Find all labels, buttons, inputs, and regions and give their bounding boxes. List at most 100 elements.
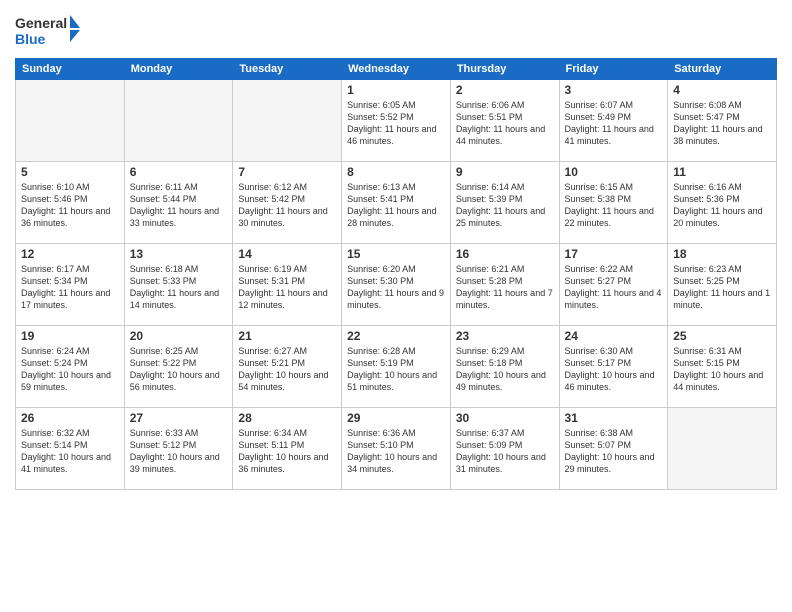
day-info: Sunrise: 6:18 AM Sunset: 5:33 PM Dayligh…	[130, 263, 228, 312]
day-number: 29	[347, 411, 445, 425]
day-number: 22	[347, 329, 445, 343]
day-info: Sunrise: 6:27 AM Sunset: 5:21 PM Dayligh…	[238, 345, 336, 394]
day-info: Sunrise: 6:07 AM Sunset: 5:49 PM Dayligh…	[565, 99, 663, 148]
day-info: Sunrise: 6:17 AM Sunset: 5:34 PM Dayligh…	[21, 263, 119, 312]
day-info: Sunrise: 6:38 AM Sunset: 5:07 PM Dayligh…	[565, 427, 663, 476]
calendar-cell: 25 Sunrise: 6:31 AM Sunset: 5:15 PM Dayli…	[668, 326, 777, 408]
day-number: 19	[21, 329, 119, 343]
day-number: 7	[238, 165, 336, 179]
day-info: Sunrise: 6:16 AM Sunset: 5:36 PM Dayligh…	[673, 181, 771, 230]
weekday-header-sunday: Sunday	[16, 59, 125, 80]
day-number: 14	[238, 247, 336, 261]
calendar-cell: 10 Sunrise: 6:15 AM Sunset: 5:38 PM Dayli…	[559, 162, 668, 244]
day-number: 24	[565, 329, 663, 343]
svg-text:Blue: Blue	[15, 31, 46, 47]
calendar-cell: 21 Sunrise: 6:27 AM Sunset: 5:21 PM Dayli…	[233, 326, 342, 408]
week-row-3: 19 Sunrise: 6:24 AM Sunset: 5:24 PM Dayli…	[16, 326, 777, 408]
calendar-cell: 8 Sunrise: 6:13 AM Sunset: 5:41 PM Daylig…	[342, 162, 451, 244]
calendar-cell: 30Sunrise: 6:37 AM Sunset: 5:09 PM Dayli…	[450, 408, 559, 490]
day-number: 6	[130, 165, 228, 179]
calendar-cell	[233, 80, 342, 162]
calendar-cell: 17 Sunrise: 6:22 AM Sunset: 5:27 PM Dayli…	[559, 244, 668, 326]
day-number: 17	[565, 247, 663, 261]
day-info: Sunrise: 6:08 AM Sunset: 5:47 PM Dayligh…	[673, 99, 771, 148]
day-info: Sunrise: 6:20 AM Sunset: 5:30 PM Dayligh…	[347, 263, 445, 312]
day-number: 31	[565, 411, 663, 425]
day-number: 16	[456, 247, 554, 261]
day-number: 10	[565, 165, 663, 179]
day-info: Sunrise: 6:30 AM Sunset: 5:17 PM Dayligh…	[565, 345, 663, 394]
day-info: Sunrise: 6:24 AM Sunset: 5:24 PM Dayligh…	[21, 345, 119, 394]
calendar-cell: 6 Sunrise: 6:11 AM Sunset: 5:44 PM Daylig…	[124, 162, 233, 244]
day-number: 2	[456, 83, 554, 97]
calendar-cell: 16Sunrise: 6:21 AM Sunset: 5:28 PM Dayli…	[450, 244, 559, 326]
calendar-cell: 27 Sunrise: 6:33 AM Sunset: 5:12 PM Dayli…	[124, 408, 233, 490]
day-info: Sunrise: 6:23 AM Sunset: 5:25 PM Dayligh…	[673, 263, 771, 312]
day-info: Sunrise: 6:06 AM Sunset: 5:51 PM Dayligh…	[456, 99, 554, 148]
day-info: Sunrise: 6:12 AM Sunset: 5:42 PM Dayligh…	[238, 181, 336, 230]
calendar: SundayMondayTuesdayWednesdayThursdayFrid…	[15, 58, 777, 490]
day-number: 3	[565, 83, 663, 97]
day-info: Sunrise: 6:25 AM Sunset: 5:22 PM Dayligh…	[130, 345, 228, 394]
calendar-cell: 24 Sunrise: 6:30 AM Sunset: 5:17 PM Dayli…	[559, 326, 668, 408]
week-row-4: 26 Sunrise: 6:32 AM Sunset: 5:14 PM Dayli…	[16, 408, 777, 490]
day-number: 15	[347, 247, 445, 261]
calendar-cell: 7 Sunrise: 6:12 AM Sunset: 5:42 PM Daylig…	[233, 162, 342, 244]
calendar-cell	[668, 408, 777, 490]
day-number: 20	[130, 329, 228, 343]
day-info: Sunrise: 6:19 AM Sunset: 5:31 PM Dayligh…	[238, 263, 336, 312]
day-number: 30	[456, 411, 554, 425]
calendar-cell	[16, 80, 125, 162]
day-info: Sunrise: 6:33 AM Sunset: 5:12 PM Dayligh…	[130, 427, 228, 476]
day-info: Sunrise: 6:10 AM Sunset: 5:46 PM Dayligh…	[21, 181, 119, 230]
day-number: 4	[673, 83, 771, 97]
weekday-header-row: SundayMondayTuesdayWednesdayThursdayFrid…	[16, 59, 777, 80]
day-info: Sunrise: 6:29 AM Sunset: 5:18 PM Dayligh…	[456, 345, 554, 394]
day-number: 26	[21, 411, 119, 425]
day-number: 13	[130, 247, 228, 261]
svg-text:General: General	[15, 15, 67, 31]
day-info: Sunrise: 6:32 AM Sunset: 5:14 PM Dayligh…	[21, 427, 119, 476]
day-info: Sunrise: 6:31 AM Sunset: 5:15 PM Dayligh…	[673, 345, 771, 394]
day-info: Sunrise: 6:05 AM Sunset: 5:52 PM Dayligh…	[347, 99, 445, 148]
calendar-cell: 2 Sunrise: 6:06 AM Sunset: 5:51 PM Daylig…	[450, 80, 559, 162]
day-number: 5	[21, 165, 119, 179]
weekday-header-monday: Monday	[124, 59, 233, 80]
weekday-header-wednesday: Wednesday	[342, 59, 451, 80]
day-number: 11	[673, 165, 771, 179]
day-info: Sunrise: 6:34 AM Sunset: 5:11 PM Dayligh…	[238, 427, 336, 476]
calendar-cell: 29 Sunrise: 6:36 AM Sunset: 5:10 PM Dayli…	[342, 408, 451, 490]
calendar-cell: 1Sunrise: 6:05 AM Sunset: 5:52 PM Daylig…	[342, 80, 451, 162]
calendar-cell: 28Sunrise: 6:34 AM Sunset: 5:11 PM Dayli…	[233, 408, 342, 490]
calendar-cell: 12Sunrise: 6:17 AM Sunset: 5:34 PM Dayli…	[16, 244, 125, 326]
day-number: 27	[130, 411, 228, 425]
day-info: Sunrise: 6:28 AM Sunset: 5:19 PM Dayligh…	[347, 345, 445, 394]
week-row-1: 5 Sunrise: 6:10 AM Sunset: 5:46 PM Daylig…	[16, 162, 777, 244]
calendar-cell: 3 Sunrise: 6:07 AM Sunset: 5:49 PM Daylig…	[559, 80, 668, 162]
day-info: Sunrise: 6:15 AM Sunset: 5:38 PM Dayligh…	[565, 181, 663, 230]
day-number: 21	[238, 329, 336, 343]
day-info: Sunrise: 6:36 AM Sunset: 5:10 PM Dayligh…	[347, 427, 445, 476]
calendar-cell: 11 Sunrise: 6:16 AM Sunset: 5:36 PM Dayli…	[668, 162, 777, 244]
weekday-header-friday: Friday	[559, 59, 668, 80]
weekday-header-saturday: Saturday	[668, 59, 777, 80]
calendar-cell: 31 Sunrise: 6:38 AM Sunset: 5:07 PM Dayli…	[559, 408, 668, 490]
calendar-cell: 15 Sunrise: 6:20 AM Sunset: 5:30 PM Dayli…	[342, 244, 451, 326]
calendar-cell: 9Sunrise: 6:14 AM Sunset: 5:39 PM Daylig…	[450, 162, 559, 244]
day-info: Sunrise: 6:11 AM Sunset: 5:44 PM Dayligh…	[130, 181, 228, 230]
day-number: 8	[347, 165, 445, 179]
calendar-cell: 23 Sunrise: 6:29 AM Sunset: 5:18 PM Dayli…	[450, 326, 559, 408]
calendar-cell: 19 Sunrise: 6:24 AM Sunset: 5:24 PM Dayli…	[16, 326, 125, 408]
calendar-cell: 14 Sunrise: 6:19 AM Sunset: 5:31 PM Dayli…	[233, 244, 342, 326]
day-number: 25	[673, 329, 771, 343]
day-number: 9	[456, 165, 554, 179]
calendar-cell: 20 Sunrise: 6:25 AM Sunset: 5:22 PM Dayli…	[124, 326, 233, 408]
day-info: Sunrise: 6:13 AM Sunset: 5:41 PM Dayligh…	[347, 181, 445, 230]
calendar-cell: 5 Sunrise: 6:10 AM Sunset: 5:46 PM Daylig…	[16, 162, 125, 244]
day-number: 23	[456, 329, 554, 343]
day-info: Sunrise: 6:22 AM Sunset: 5:27 PM Dayligh…	[565, 263, 663, 312]
header: GeneralBlue	[15, 10, 777, 50]
calendar-cell: 4 Sunrise: 6:08 AM Sunset: 5:47 PM Daylig…	[668, 80, 777, 162]
page: GeneralBlue SundayMondayTuesdayWednesday…	[0, 0, 792, 612]
day-number: 18	[673, 247, 771, 261]
